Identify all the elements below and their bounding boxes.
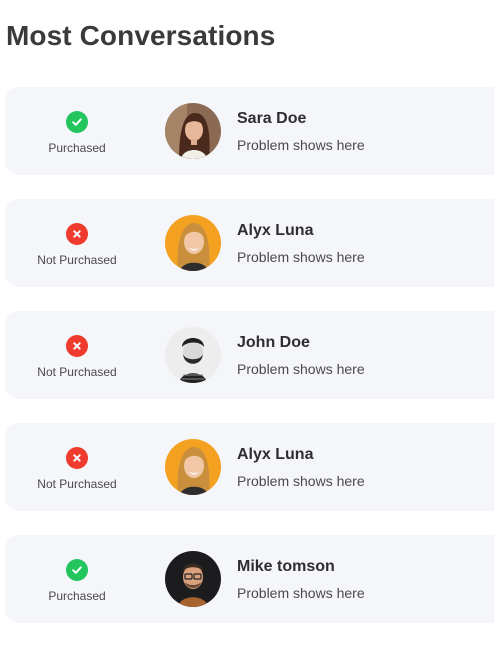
customer-name: Alyx Luna	[237, 221, 314, 239]
conversation-info: Alyx Luna Problem shows here	[237, 222, 365, 265]
x-circle-icon	[66, 223, 88, 245]
problem-text: Problem shows here	[237, 136, 365, 153]
page-title: Most Conversations	[6, 20, 276, 51]
customer-name: Mike tomson	[237, 557, 335, 575]
purchase-status: Not Purchased	[5, 331, 149, 379]
problem-text: Problem shows here	[237, 248, 365, 265]
problem-text: Problem shows here	[237, 360, 365, 377]
check-circle-icon	[66, 111, 88, 133]
customer-name: Alyx Luna	[237, 445, 314, 463]
avatar	[165, 103, 221, 159]
avatar	[165, 551, 221, 607]
avatar	[165, 215, 221, 271]
conversation-info: Mike tomson Problem shows here	[237, 558, 365, 601]
conversation-card[interactable]: Not Purchased Alyx Luna Problem shows he…	[5, 423, 494, 511]
x-circle-icon	[66, 335, 88, 357]
purchase-status: Not Purchased	[5, 219, 149, 267]
status-label: Purchased	[48, 141, 106, 155]
purchase-status: Purchased	[5, 555, 149, 603]
conversation-info: Alyx Luna Problem shows here	[237, 446, 365, 489]
page: Most Conversations Purchased Sara Doe Pr…	[0, 0, 494, 653]
conversation-list: Purchased Sara Doe Problem shows here No…	[5, 87, 494, 647]
problem-text: Problem shows here	[237, 584, 365, 601]
conversation-card[interactable]: Purchased Sara Doe Problem shows here	[5, 87, 494, 175]
check-circle-icon	[66, 559, 88, 581]
problem-text: Problem shows here	[237, 472, 365, 489]
avatar	[165, 327, 221, 383]
conversation-card[interactable]: Purchased Mike tomson Problem shows here	[5, 535, 494, 623]
conversation-info: John Doe Problem shows here	[237, 334, 365, 377]
purchase-status: Not Purchased	[5, 443, 149, 491]
customer-name: Sara Doe	[237, 109, 307, 127]
x-circle-icon	[66, 447, 88, 469]
customer-name: John Doe	[237, 333, 310, 351]
conversation-card[interactable]: Not Purchased Alyx Luna Problem shows he…	[5, 199, 494, 287]
purchase-status: Purchased	[5, 107, 149, 155]
status-label: Not Purchased	[37, 477, 117, 491]
status-label: Not Purchased	[37, 365, 117, 379]
avatar	[165, 439, 221, 495]
status-label: Not Purchased	[37, 253, 117, 267]
conversation-info: Sara Doe Problem shows here	[237, 110, 365, 153]
conversation-card[interactable]: Not Purchased John Doe Problem shows her…	[5, 311, 494, 399]
status-label: Purchased	[48, 589, 106, 603]
